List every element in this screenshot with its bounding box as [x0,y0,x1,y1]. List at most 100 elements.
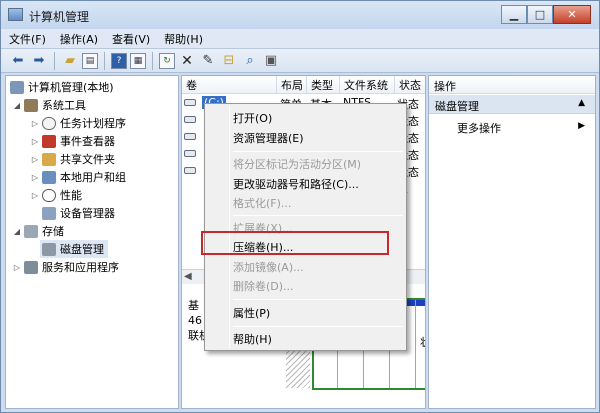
menu-item-properties[interactable]: 属性(P) [233,303,270,323]
services-icon [24,260,38,274]
properties-icon[interactable]: ▦ [130,52,146,69]
drive-icon [184,99,196,106]
submenu-arrow-icon: ▶ [578,121,585,131]
context-menu: 打开(O) 资源管理器(E) 将分区标记为活动分区(M) 更改驱动器号和路径(C… [204,103,407,351]
menu-help[interactable]: 帮助(H) [164,31,203,47]
window-title: 计算机管理 [29,10,90,24]
open-icon[interactable]: ⊟ [220,52,238,70]
tree-item-label: 共享文件夹 [60,153,115,166]
back-icon[interactable]: ⬅ [9,52,27,70]
menu-separator [233,215,403,216]
menu-separator [233,151,403,152]
actions-section-label: 磁盘管理 [435,100,479,113]
event-viewer-icon [42,134,56,148]
menu-item-help[interactable]: 帮助(H) [233,329,272,349]
menu-item-open[interactable]: 打开(O) [233,108,272,128]
column-header-volume[interactable]: 卷 [182,76,277,94]
maximize-button[interactable]: □ [527,5,553,24]
tree-item-label: 存储 [42,225,64,238]
performance-icon [42,188,56,202]
toolbar-separator [54,51,55,70]
collapsed-arrow-icon[interactable]: ▷ [30,155,40,164]
tree-item-label: 系统工具 [42,99,86,112]
forward-icon[interactable]: ➡ [30,52,48,70]
tree-item-device-manager[interactable]: 设备管理器 [40,204,115,222]
menu-bar: 文件(F) 操作(A) 查看(V) 帮助(H) [1,29,599,49]
menu-item-format[interactable]: 格式化(F)... [233,193,291,213]
actions-section-disk-management[interactable]: 磁盘管理 ▲ [429,95,595,114]
tree-item-task-scheduler[interactable]: ▷ 任务计划程序 [30,114,126,132]
device-manager-icon [42,206,56,220]
disk-management-icon [42,242,56,256]
column-header-type[interactable]: 类型 [307,76,340,94]
collapsed-arrow-icon[interactable]: ▷ [30,137,40,146]
collapsed-arrow-icon[interactable]: ▷ [30,191,40,200]
collapsed-arrow-icon[interactable]: ▷ [30,173,40,182]
clock-icon [42,116,56,130]
window-controls: ▁ □ ✕ [501,5,591,24]
menu-view[interactable]: 查看(V) [112,31,150,47]
column-header-filesystem[interactable]: 文件系统 [340,76,395,94]
tree-item-label: 任务计划程序 [60,117,126,130]
minimize-button[interactable]: ▁ [501,5,527,24]
tree-item-services-apps[interactable]: ▷ 服务和应用程序 [12,258,119,276]
scroll-left-icon[interactable]: ◀ [184,271,192,282]
title-bar: 计算机管理 ▁ □ ✕ [1,1,599,29]
show-hide-tree-icon[interactable]: ▤ [82,52,98,69]
expanded-arrow-icon[interactable]: ◢ [12,101,22,110]
help-icon[interactable]: ? [111,52,127,69]
menu-gutter [229,106,230,348]
search-icon[interactable]: ⌕ [241,52,259,70]
tree-item-system-tools[interactable]: ◢ 系统工具 [12,96,86,114]
tree-item-shared-folders[interactable]: ▷ 共享文件夹 [30,150,115,168]
storage-icon [24,224,38,238]
tree-item-event-viewer[interactable]: ▷ 事件查看器 [30,132,115,150]
drive-icon [184,116,196,123]
more-actions-item[interactable]: 更多操作 ▶ [429,118,595,136]
tools-icon [24,98,38,112]
menu-action[interactable]: 操作(A) [60,31,98,47]
more-actions-label: 更多操作 [457,122,501,135]
menu-item-add-mirror[interactable]: 添加镜像(A)... [233,257,304,277]
refresh-icon[interactable]: ↻ [159,52,175,69]
tree-item-root[interactable]: 计算机管理(本地) [10,78,114,96]
column-header-status[interactable]: 状态 [395,76,425,94]
menu-separator [233,326,403,327]
tree-item-label: 设备管理器 [60,207,115,220]
delete-icon[interactable]: ✕ [178,52,196,70]
menu-item-change-drive-letter[interactable]: 更改驱动器号和路径(C)... [233,174,359,194]
tree-item-label: 性能 [60,189,82,202]
expanded-arrow-icon[interactable]: ◢ [12,227,22,236]
drive-icon [184,150,196,157]
menu-item-mark-active[interactable]: 将分区标记为活动分区(M) [233,154,361,174]
tree-item-label: 本地用户和组 [60,171,126,184]
tree-item-label: 服务和应用程序 [42,261,119,274]
tree-item-performance[interactable]: ▷ 性能 [30,186,82,204]
menu-file[interactable]: 文件(F) [9,31,46,47]
tree-item-label: 磁盘管理 [60,243,104,256]
tree-item-local-users[interactable]: ▷ 本地用户和组 [30,168,126,186]
up-folder-icon[interactable]: ▰ [61,52,79,70]
shared-folder-icon [42,152,56,166]
menu-separator [233,299,403,300]
disk-segment[interactable]: 状 [418,300,425,388]
toolbar-separator [104,51,105,70]
menu-item-delete-volume[interactable]: 删除卷(D)... [233,276,294,296]
drive-icon [184,167,196,174]
column-header-layout[interactable]: 布局 [277,76,307,94]
properties-sheet-icon[interactable]: ✎ [199,52,217,70]
tree-item-storage[interactable]: ◢ 存储 [12,222,64,240]
tree-item-disk-management[interactable]: 磁盘管理 [40,240,108,258]
close-button[interactable]: ✕ [553,5,591,24]
actions-pane: 操作 磁盘管理 ▲ 更多操作 ▶ [428,75,596,409]
drive-icon [184,133,196,140]
computer-management-window: 计算机管理 ▁ □ ✕ 文件(F) 操作(A) 查看(V) 帮助(H) ⬅ ➡ … [0,0,600,413]
collapsed-arrow-icon[interactable]: ▷ [30,119,40,128]
settings-icon[interactable]: ▣ [262,52,280,70]
collapse-arrow-icon[interactable]: ▲ [578,98,585,108]
toolbar-separator [152,51,153,70]
computer-icon [10,80,24,94]
menu-item-explorer[interactable]: 资源管理器(E) [233,128,304,148]
collapsed-arrow-icon[interactable]: ▷ [12,263,22,272]
navigation-tree: 计算机管理(本地) ◢ 系统工具 ▷ 任务计划程序 ▷ 事件查看器 ▷ 共享文件… [5,75,179,409]
